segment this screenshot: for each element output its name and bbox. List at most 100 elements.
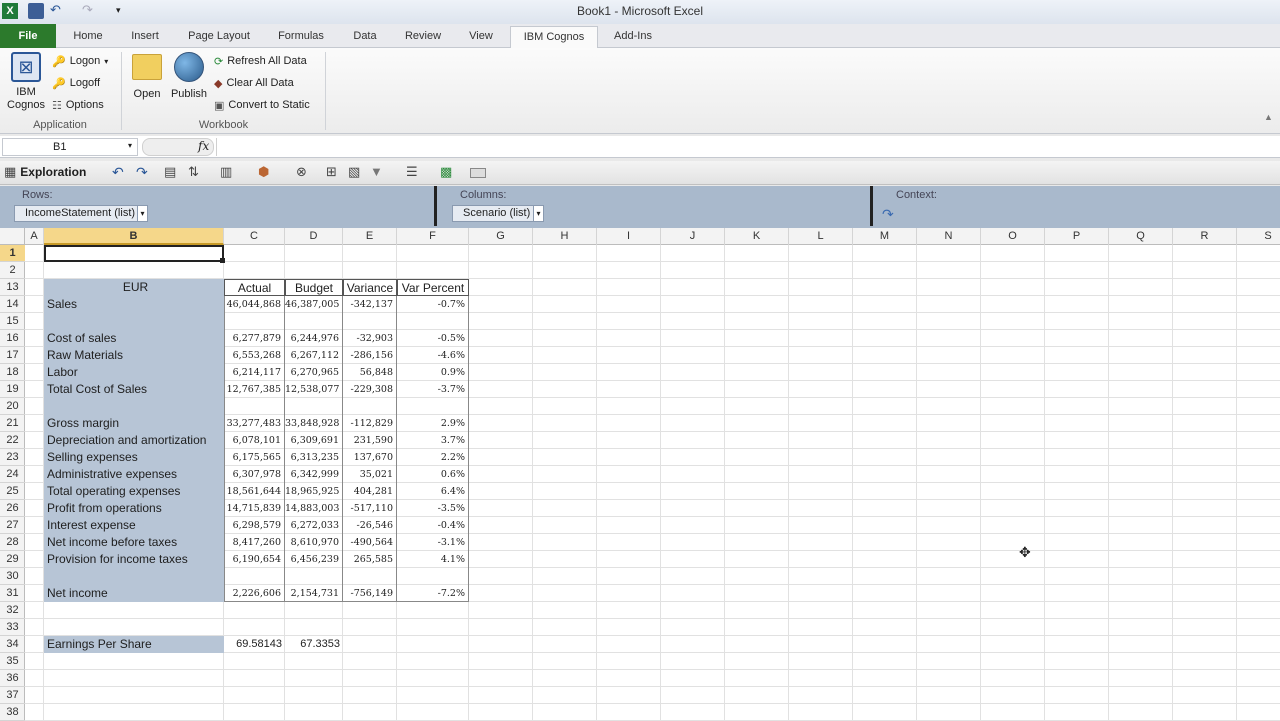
column-header-c[interactable]: C xyxy=(224,228,285,245)
export-excel-icon[interactable]: ▩ xyxy=(440,165,456,181)
column-header-d[interactable]: D xyxy=(285,228,343,245)
column-header-o[interactable]: O xyxy=(981,228,1045,245)
exploration-button[interactable]: ▦ Exploration xyxy=(4,164,86,180)
column-header-q[interactable]: Q xyxy=(1109,228,1173,245)
redo-icon[interactable]: ↷ xyxy=(136,165,152,181)
column-header-e[interactable]: E xyxy=(343,228,397,245)
ibm-cognos-button[interactable]: ⊠ IBM Cognos xyxy=(6,52,46,116)
logon-button[interactable]: 🔑 Logon ▾ xyxy=(52,51,108,71)
row-header-28[interactable]: 28 xyxy=(0,534,25,551)
row-header-38[interactable]: 38 xyxy=(0,704,25,721)
row-header-14[interactable]: 14 xyxy=(0,296,25,313)
tab-review[interactable]: Review xyxy=(396,28,450,48)
row-header-29[interactable]: 29 xyxy=(0,551,25,568)
filter-icon[interactable]: ▼ xyxy=(370,165,386,181)
column-header-a[interactable]: A xyxy=(25,228,44,245)
column-header-i[interactable]: I xyxy=(597,228,661,245)
cell-variance xyxy=(343,313,397,330)
column-header-b[interactable]: B xyxy=(44,228,224,245)
column-header-n[interactable]: N xyxy=(917,228,981,245)
row-header-25[interactable]: 25 xyxy=(0,483,25,500)
refresh-all-data-button[interactable]: ⟳ Refresh All Data xyxy=(214,51,307,71)
chevron-down-icon[interactable]: ▾ xyxy=(533,206,543,221)
column-header-s[interactable]: S xyxy=(1237,228,1280,245)
open-button[interactable]: Open xyxy=(128,52,166,104)
row-header-23[interactable]: 23 xyxy=(0,449,25,466)
tab-page-layout[interactable]: Page Layout xyxy=(178,28,260,48)
calculate-icon[interactable]: ⊞ xyxy=(326,165,342,181)
select-all-corner[interactable] xyxy=(0,228,25,245)
zone-splitter[interactable] xyxy=(870,186,873,226)
tab-add-ins[interactable]: Add-Ins xyxy=(604,28,662,48)
sort-icon[interactable]: ▧ xyxy=(348,165,364,181)
row-header-27[interactable]: 27 xyxy=(0,517,25,534)
row-header-20[interactable]: 20 xyxy=(0,398,25,415)
chevron-down-icon[interactable]: ▾ xyxy=(137,206,147,221)
row-header-30[interactable]: 30 xyxy=(0,568,25,585)
row-header-2[interactable]: 2 xyxy=(0,262,25,279)
row-header-31[interactable]: 31 xyxy=(0,585,25,602)
layout-icon[interactable]: ☰ xyxy=(406,165,422,181)
formula-input[interactable] xyxy=(216,138,1280,156)
column-header-r[interactable]: R xyxy=(1173,228,1237,245)
cell-actual: 6,190,654 xyxy=(224,551,285,568)
insert-function-button[interactable]: fx xyxy=(198,139,209,153)
row-header-19[interactable]: 19 xyxy=(0,381,25,398)
tab-file[interactable]: File xyxy=(0,24,56,48)
nest-icon[interactable]: ▥ xyxy=(220,165,236,181)
row-header-1[interactable]: 1 xyxy=(0,245,25,262)
clear-all-data-button[interactable]: ◆ Clear All Data xyxy=(214,73,294,93)
rows-field[interactable]: IncomeStatement (list) ▾ xyxy=(14,205,148,222)
collapse-ribbon-icon[interactable]: ▲ xyxy=(1264,112,1273,122)
row-header-21[interactable]: 21 xyxy=(0,415,25,432)
tab-view[interactable]: View xyxy=(458,28,504,48)
column-header-m[interactable]: M xyxy=(853,228,917,245)
tab-ibm-cognos[interactable]: IBM Cognos xyxy=(510,26,598,49)
swap-rows-columns-icon[interactable]: ↷ xyxy=(882,206,894,223)
undo-icon[interactable]: ↶ xyxy=(112,165,128,181)
active-cell-b1[interactable] xyxy=(44,245,224,262)
column-header-f[interactable]: F xyxy=(397,228,469,245)
column-header-g[interactable]: G xyxy=(469,228,533,245)
row-header-18[interactable]: 18 xyxy=(0,364,25,381)
row-header-34[interactable]: 34 xyxy=(0,636,25,653)
swap-icon[interactable]: ⇅ xyxy=(188,165,204,181)
suppress-icon[interactable]: ⊗ xyxy=(296,165,312,181)
row-header-17[interactable]: 17 xyxy=(0,347,25,364)
cell-budget: 6,267,112 xyxy=(285,347,343,364)
column-header-j[interactable]: J xyxy=(661,228,725,245)
column-header-k[interactable]: K xyxy=(725,228,789,245)
publish-button[interactable]: Publish xyxy=(168,52,210,104)
fill-handle[interactable] xyxy=(220,258,225,263)
name-box-dropdown-icon[interactable]: ▾ xyxy=(128,141,132,150)
tab-home[interactable]: Home xyxy=(62,28,114,48)
column-header-p[interactable]: P xyxy=(1045,228,1109,245)
tab-data[interactable]: Data xyxy=(342,28,388,48)
options-button[interactable]: ☷ Options xyxy=(52,95,104,115)
row-header-35[interactable]: 35 xyxy=(0,653,25,670)
zone-splitter[interactable] xyxy=(434,186,437,226)
row-header-33[interactable]: 33 xyxy=(0,619,25,636)
row-header-13[interactable]: 13 xyxy=(0,279,25,296)
insert-chart-icon[interactable]: ▤ xyxy=(164,165,180,181)
drop-zone-toggle-icon[interactable] xyxy=(470,168,486,178)
tab-formulas[interactable]: Formulas xyxy=(266,28,336,48)
row-header-37[interactable]: 37 xyxy=(0,687,25,704)
column-header-h[interactable]: H xyxy=(533,228,597,245)
convert-to-static-button[interactable]: ▣ Convert to Static xyxy=(214,95,310,115)
tab-insert[interactable]: Insert xyxy=(120,28,170,48)
row-header-16[interactable]: 16 xyxy=(0,330,25,347)
row-header-24[interactable]: 24 xyxy=(0,466,25,483)
cell-variance: -32,903 xyxy=(343,330,397,347)
row-header-22[interactable]: 22 xyxy=(0,432,25,449)
name-box[interactable]: B1 xyxy=(2,138,138,156)
package-icon[interactable]: ⬢ xyxy=(258,165,274,181)
column-header-l[interactable]: L xyxy=(789,228,853,245)
row-header-15[interactable]: 15 xyxy=(0,313,25,330)
gridline xyxy=(25,703,1280,704)
row-header-32[interactable]: 32 xyxy=(0,602,25,619)
logoff-button[interactable]: 🔑 Logoff xyxy=(52,73,100,93)
columns-field[interactable]: Scenario (list) ▾ xyxy=(452,205,544,222)
row-header-36[interactable]: 36 xyxy=(0,670,25,687)
row-header-26[interactable]: 26 xyxy=(0,500,25,517)
